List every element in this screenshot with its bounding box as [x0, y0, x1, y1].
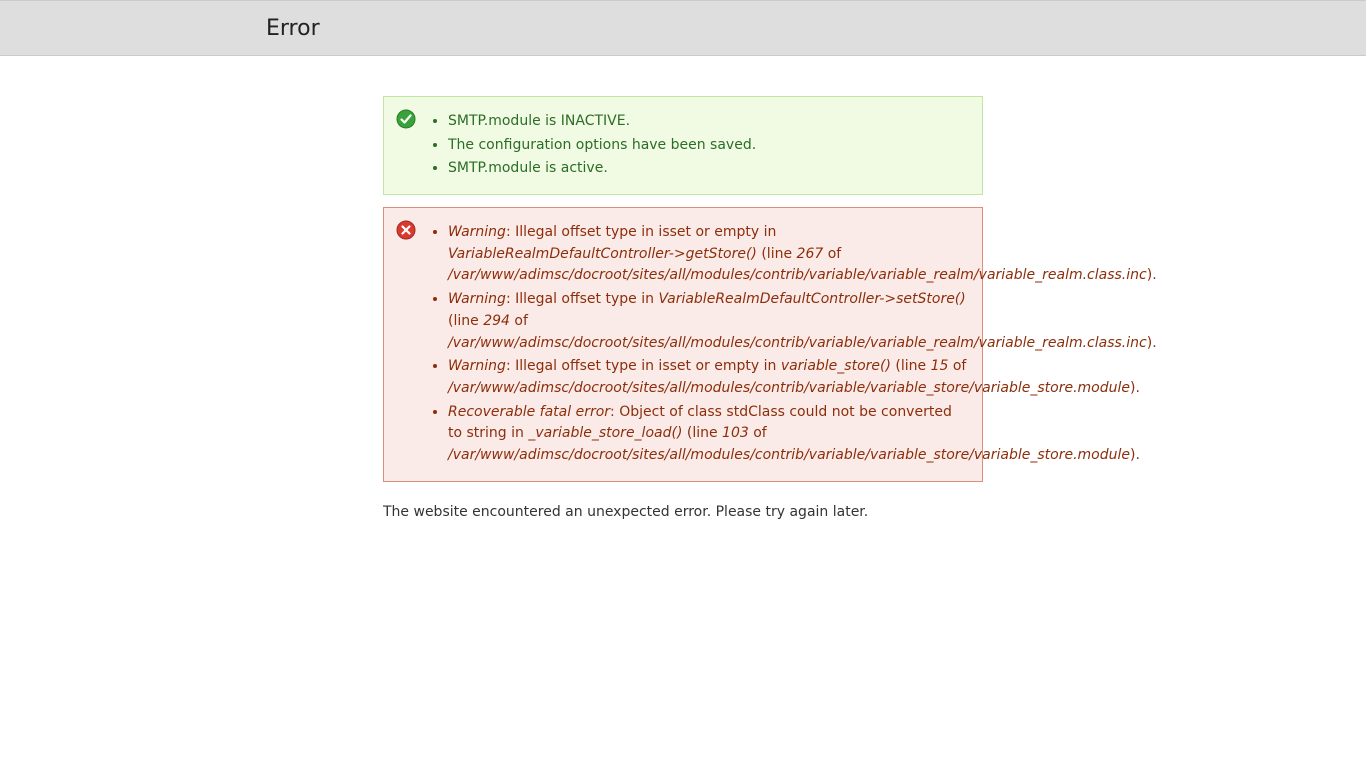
error-item: Warning: Illegal offset type in Variable… — [448, 289, 970, 354]
error-text: : Illegal offset type in — [506, 291, 659, 307]
status-item: SMTP.module is INACTIVE. — [448, 111, 970, 133]
error-mid2: of — [749, 425, 767, 441]
error-end: ). — [1147, 267, 1157, 283]
status-item: The configuration options have been save… — [448, 135, 970, 157]
page-title: Error — [266, 16, 320, 41]
error-text: : Illegal offset type in isset or empty … — [506, 358, 781, 374]
error-line: 15 — [931, 358, 949, 374]
main-content: SMTP.module is INACTIVE. The configurati… — [383, 96, 983, 520]
error-func: VariableRealmDefaultController->setStore… — [658, 291, 965, 307]
error-list: Warning: Illegal offset type in isset or… — [432, 222, 970, 467]
error-end: ). — [1147, 335, 1157, 351]
error-func: _variable_store_load() — [528, 425, 682, 441]
error-type: Warning — [448, 224, 506, 240]
error-path: /var/www/adimsc/docroot/sites/all/module… — [448, 380, 1130, 396]
error-line: 267 — [797, 246, 824, 262]
error-func: variable_store() — [781, 358, 891, 374]
error-func: VariableRealmDefaultController->getStore… — [448, 246, 757, 262]
error-mid2: of — [510, 313, 528, 329]
error-text: : Illegal offset type in isset or empty … — [506, 224, 776, 240]
error-line: 294 — [483, 313, 510, 329]
error-path: /var/www/adimsc/docroot/sites/all/module… — [448, 267, 1147, 283]
error-mid2: of — [948, 358, 966, 374]
error-item: Recoverable fatal error: Object of class… — [448, 402, 970, 467]
status-item: SMTP.module is active. — [448, 158, 970, 180]
error-mid2: of — [823, 246, 841, 262]
error-mid: (line — [448, 313, 483, 329]
error-item: Warning: Illegal offset type in isset or… — [448, 356, 970, 399]
error-end: ). — [1130, 447, 1140, 463]
error-type: Warning — [448, 291, 506, 307]
error-mid: (line — [891, 358, 931, 374]
status-list: SMTP.module is INACTIVE. The configurati… — [432, 111, 970, 180]
error-type: Warning — [448, 358, 506, 374]
error-path: /var/www/adimsc/docroot/sites/all/module… — [448, 447, 1130, 463]
error-icon — [396, 220, 416, 240]
error-item: Warning: Illegal offset type in isset or… — [448, 222, 970, 287]
error-mid: (line — [757, 246, 797, 262]
footer-message: The website encountered an unexpected er… — [383, 504, 983, 520]
error-messages: Warning: Illegal offset type in isset or… — [383, 207, 983, 482]
error-end: ). — [1130, 380, 1140, 396]
error-path: /var/www/adimsc/docroot/sites/all/module… — [448, 335, 1147, 351]
error-mid: (line — [682, 425, 722, 441]
status-messages: SMTP.module is INACTIVE. The configurati… — [383, 96, 983, 195]
error-line: 103 — [722, 425, 749, 441]
page-header: Error — [0, 0, 1366, 56]
success-icon — [396, 109, 416, 129]
error-type: Recoverable fatal error — [448, 404, 610, 420]
